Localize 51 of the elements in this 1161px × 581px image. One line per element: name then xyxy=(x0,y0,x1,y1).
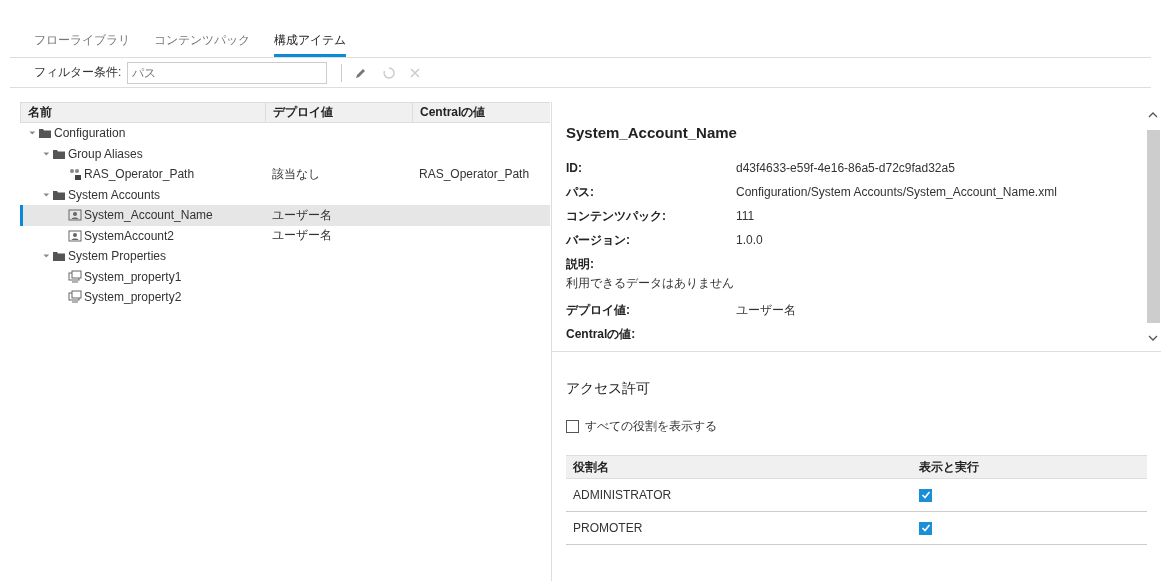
table-cell: 該当なし xyxy=(272,165,320,183)
checkbox[interactable] xyxy=(919,488,932,502)
field-label: ID: xyxy=(566,161,583,175)
filter-label: フィルター条件: xyxy=(34,64,122,81)
tree-item[interactable]: System Accounts xyxy=(68,187,161,202)
user-card-icon xyxy=(68,228,82,243)
tree-item[interactable]: Group Aliases xyxy=(68,146,143,161)
field-label: コンテンツパック: xyxy=(566,207,667,225)
table-cell: RAS_Operator_Path xyxy=(419,167,530,182)
field-value: Configuration/System Accounts/System_Account_Name.xml xyxy=(736,185,1058,199)
monitor-icon xyxy=(68,290,82,305)
field-label: Centralの値: xyxy=(566,325,637,343)
column-header[interactable]: 表示と実行 xyxy=(912,455,1147,479)
column-header[interactable]: 役割名 xyxy=(566,455,912,479)
monitor-icon xyxy=(68,269,82,284)
tree-item[interactable]: System_property1 xyxy=(84,269,182,284)
field-label: デプロイ値: xyxy=(566,301,631,319)
folder-icon xyxy=(38,126,52,141)
tree-item[interactable]: RAS_Operator_Path xyxy=(84,167,195,182)
folder-icon xyxy=(52,249,66,264)
field-label: 説明: xyxy=(566,256,595,273)
user-card-icon xyxy=(68,208,82,223)
linked-users-icon xyxy=(68,167,82,182)
tab[interactable]: フローライブラリ xyxy=(34,24,130,57)
field-value: 1.0.0 xyxy=(736,233,764,247)
tree-item[interactable]: System_Account_Name xyxy=(84,208,213,223)
table-cell: ユーザー名 xyxy=(272,227,332,245)
column-header[interactable]: 名前 xyxy=(20,102,265,123)
section-title: アクセス許可 xyxy=(566,380,651,398)
tab[interactable]: コンテンツパック xyxy=(154,24,250,57)
filter-field[interactable]: パス xyxy=(127,61,328,84)
tab[interactable]: 構成アイテム xyxy=(274,24,346,57)
role-name: PROMOTER xyxy=(573,521,643,535)
field-label: パス: xyxy=(566,183,595,201)
tree-item[interactable]: SystemAccount2 xyxy=(84,228,175,243)
field-label: バージョン: xyxy=(566,231,631,249)
field-value: 利用できるデータはありません xyxy=(566,275,735,292)
table-cell: ユーザー名 xyxy=(272,206,332,224)
field-value: 111 xyxy=(736,209,756,223)
field-value: d43f4633-e59f-4e16-86a5-d72c9fad32a5 xyxy=(736,161,956,175)
column-header[interactable]: デプロイ値 xyxy=(265,102,412,123)
tree-item[interactable]: System Properties xyxy=(68,249,167,264)
show-all-checkbox[interactable]: すべての役割を表示する xyxy=(566,418,1147,435)
tree-item[interactable]: System_property2 xyxy=(84,290,182,305)
item-title: System_Account_Name xyxy=(566,124,738,141)
field-value: ユーザー名 xyxy=(736,301,797,319)
role-name: ADMINISTRATOR xyxy=(573,488,672,502)
tree-item[interactable]: Configuration xyxy=(54,126,126,141)
tree-row[interactable]: System_Account_Name ユーザー名 xyxy=(20,205,550,226)
checkbox[interactable] xyxy=(919,521,932,535)
column-header[interactable]: Centralの値 xyxy=(412,102,550,123)
